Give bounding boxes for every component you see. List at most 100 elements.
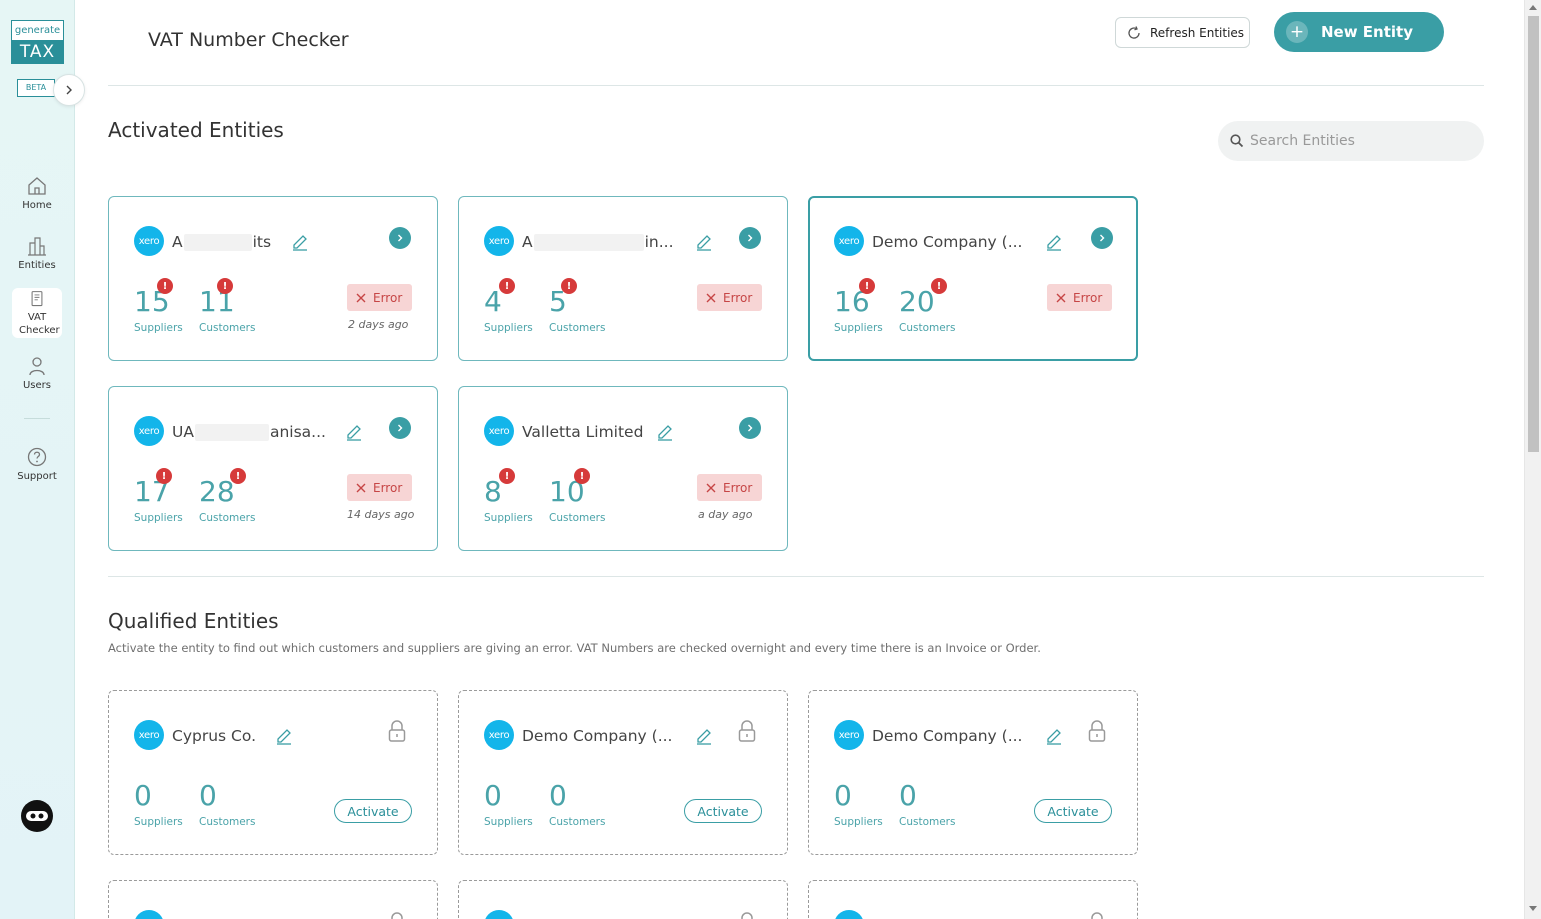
qualified-entity-card[interactable] [458, 880, 788, 919]
xero-logo-icon: xero [134, 416, 164, 446]
logo-top-text: generate [11, 20, 64, 40]
qualified-entity-card[interactable]: xero Cyprus Co. 0 Suppliers 0 Customers Ac… [108, 690, 438, 855]
lock-icon [738, 720, 756, 742]
customers-count: 5 [549, 285, 567, 318]
sidebar-item-home[interactable]: Home [12, 175, 62, 211]
avatar[interactable] [21, 800, 53, 832]
error-badge: ! [499, 468, 515, 484]
open-entity-button[interactable] [1091, 227, 1113, 249]
scrollbar-thumb[interactable] [1528, 16, 1539, 452]
status-badge: Error [347, 284, 412, 311]
sidebar-item-label: Support [17, 471, 57, 482]
lock-icon [391, 912, 403, 919]
error-badge: ! [931, 278, 947, 294]
xero-logo-icon: xero [484, 720, 514, 750]
chevron-right-icon [748, 234, 753, 242]
qualified-entity-card[interactable]: xero Demo Company (... 0 Suppliers 0 Custo… [458, 690, 788, 855]
edit-icon[interactable] [656, 423, 674, 441]
search-entities [1218, 121, 1484, 161]
status-text: Error [373, 480, 403, 495]
beta-badge: BETA [17, 79, 55, 97]
open-entity-button[interactable] [739, 417, 761, 439]
xero-logo-icon [134, 910, 164, 919]
xero-logo-icon: xero [134, 226, 164, 256]
activate-button[interactable]: Activate [684, 799, 762, 823]
edit-icon[interactable] [291, 233, 309, 251]
user-icon [29, 357, 45, 376]
chevron-right-icon [1100, 234, 1105, 242]
activate-button[interactable]: Activate [334, 799, 412, 823]
vertical-scrollbar[interactable] [1524, 0, 1541, 919]
page-title: VAT Number Checker [148, 29, 349, 51]
refresh-entities-button[interactable]: Refresh Entities [1115, 17, 1250, 48]
edit-icon[interactable] [695, 233, 713, 251]
customers-label: Customers [199, 322, 256, 334]
status-badge: Error [1047, 284, 1112, 311]
edit-icon[interactable] [695, 727, 713, 745]
sidebar-item-vat-checker[interactable]: VAT Checker [12, 288, 62, 338]
sidebar-divider [24, 418, 50, 419]
suppliers-label: Suppliers [134, 322, 183, 334]
chevron-right-icon [748, 424, 753, 432]
last-checked-time: 2 days ago [348, 318, 409, 331]
entity-card[interactable]: xero Ain... 4 Suppliers ! 5 Customers ! Er… [458, 196, 788, 361]
entity-name-end: its [252, 233, 272, 251]
lock-icon [1091, 912, 1103, 919]
last-checked-time: 14 days ago [347, 508, 415, 521]
sidebar-item-label: Entities [18, 260, 56, 271]
open-entity-button[interactable] [389, 227, 411, 249]
entity-card[interactable]: xero Valletta Limited 8 Suppliers ! 10 Cus… [458, 386, 788, 551]
activate-button[interactable]: Activate [1034, 799, 1112, 823]
qualified-entity-card[interactable] [808, 880, 1138, 919]
customers-stat: 0 Customers [899, 779, 955, 828]
qualified-entities-description: Activate the entity to find out which cu… [108, 641, 1041, 655]
sidebar-item-entities[interactable]: Entities [12, 235, 62, 271]
new-entity-button[interactable]: + New Entity [1274, 12, 1444, 52]
entity-name-start: A [172, 233, 183, 251]
status-text: Error [723, 290, 753, 305]
sidebar-item-users[interactable]: Users [12, 355, 62, 391]
entity-name: UA anisa... [172, 423, 326, 441]
entity-name: Aits [172, 233, 271, 251]
qualified-entity-card[interactable]: xero Demo Company (... 0 Suppliers 0 Custo… [808, 690, 1138, 855]
home-icon [28, 177, 46, 195]
sidebar-item-label: VAT Checker [19, 312, 60, 336]
new-entity-label: New Entity [1321, 23, 1413, 41]
suppliers-count: 0 [484, 779, 502, 812]
scroll-up-arrow-icon[interactable] [1529, 5, 1537, 10]
buildings-icon [28, 237, 46, 256]
customers-label: Customers [199, 512, 256, 524]
customers-count: 0 [899, 779, 917, 812]
open-entity-button[interactable] [389, 417, 411, 439]
qualified-entities-title: Qualified Entities [108, 609, 279, 633]
entity-card[interactable]: xero Aits 15 Suppliers ! 11 Customers ! Er… [108, 196, 438, 361]
edit-icon[interactable] [1045, 727, 1063, 745]
customers-label: Customers [899, 816, 956, 828]
generate-tax-logo[interactable]: generate TAX [11, 20, 64, 64]
customers-stat: 0 Customers [549, 779, 605, 828]
entity-card[interactable]: xero Demo Company (... 16 Suppliers ! 20 C… [808, 196, 1138, 361]
customers-stat: 5 Customers [549, 285, 605, 334]
sidebar-item-support[interactable]: Support [12, 446, 62, 482]
help-circle-icon [27, 447, 47, 467]
plus-icon: + [1286, 21, 1308, 43]
edit-icon[interactable] [275, 727, 293, 745]
sidebar-expand-button[interactable] [53, 74, 85, 106]
entity-name: Demo Company (... [872, 233, 1023, 251]
suppliers-stat: 16 Suppliers [834, 285, 883, 334]
error-badge: ! [499, 278, 515, 294]
entity-card[interactable]: xero UA anisa... 17 Suppliers ! 28 Customer… [108, 386, 438, 551]
status-text: Error [373, 290, 403, 305]
scroll-down-arrow-icon[interactable] [1529, 906, 1537, 911]
qualified-entity-card[interactable] [108, 880, 438, 919]
xero-logo-icon: xero [834, 720, 864, 750]
customers-count: 0 [549, 779, 567, 812]
sidebar: generate TAX BETA Home Entities VAT Chec… [0, 0, 85, 919]
suppliers-label: Suppliers [484, 816, 533, 828]
open-entity-button[interactable] [739, 227, 761, 249]
edit-icon[interactable] [1045, 233, 1063, 251]
xero-logo-icon [834, 910, 864, 919]
edit-icon[interactable] [345, 423, 363, 441]
search-input[interactable] [1250, 133, 1470, 149]
entity-name: Cyprus Co. [172, 727, 256, 745]
